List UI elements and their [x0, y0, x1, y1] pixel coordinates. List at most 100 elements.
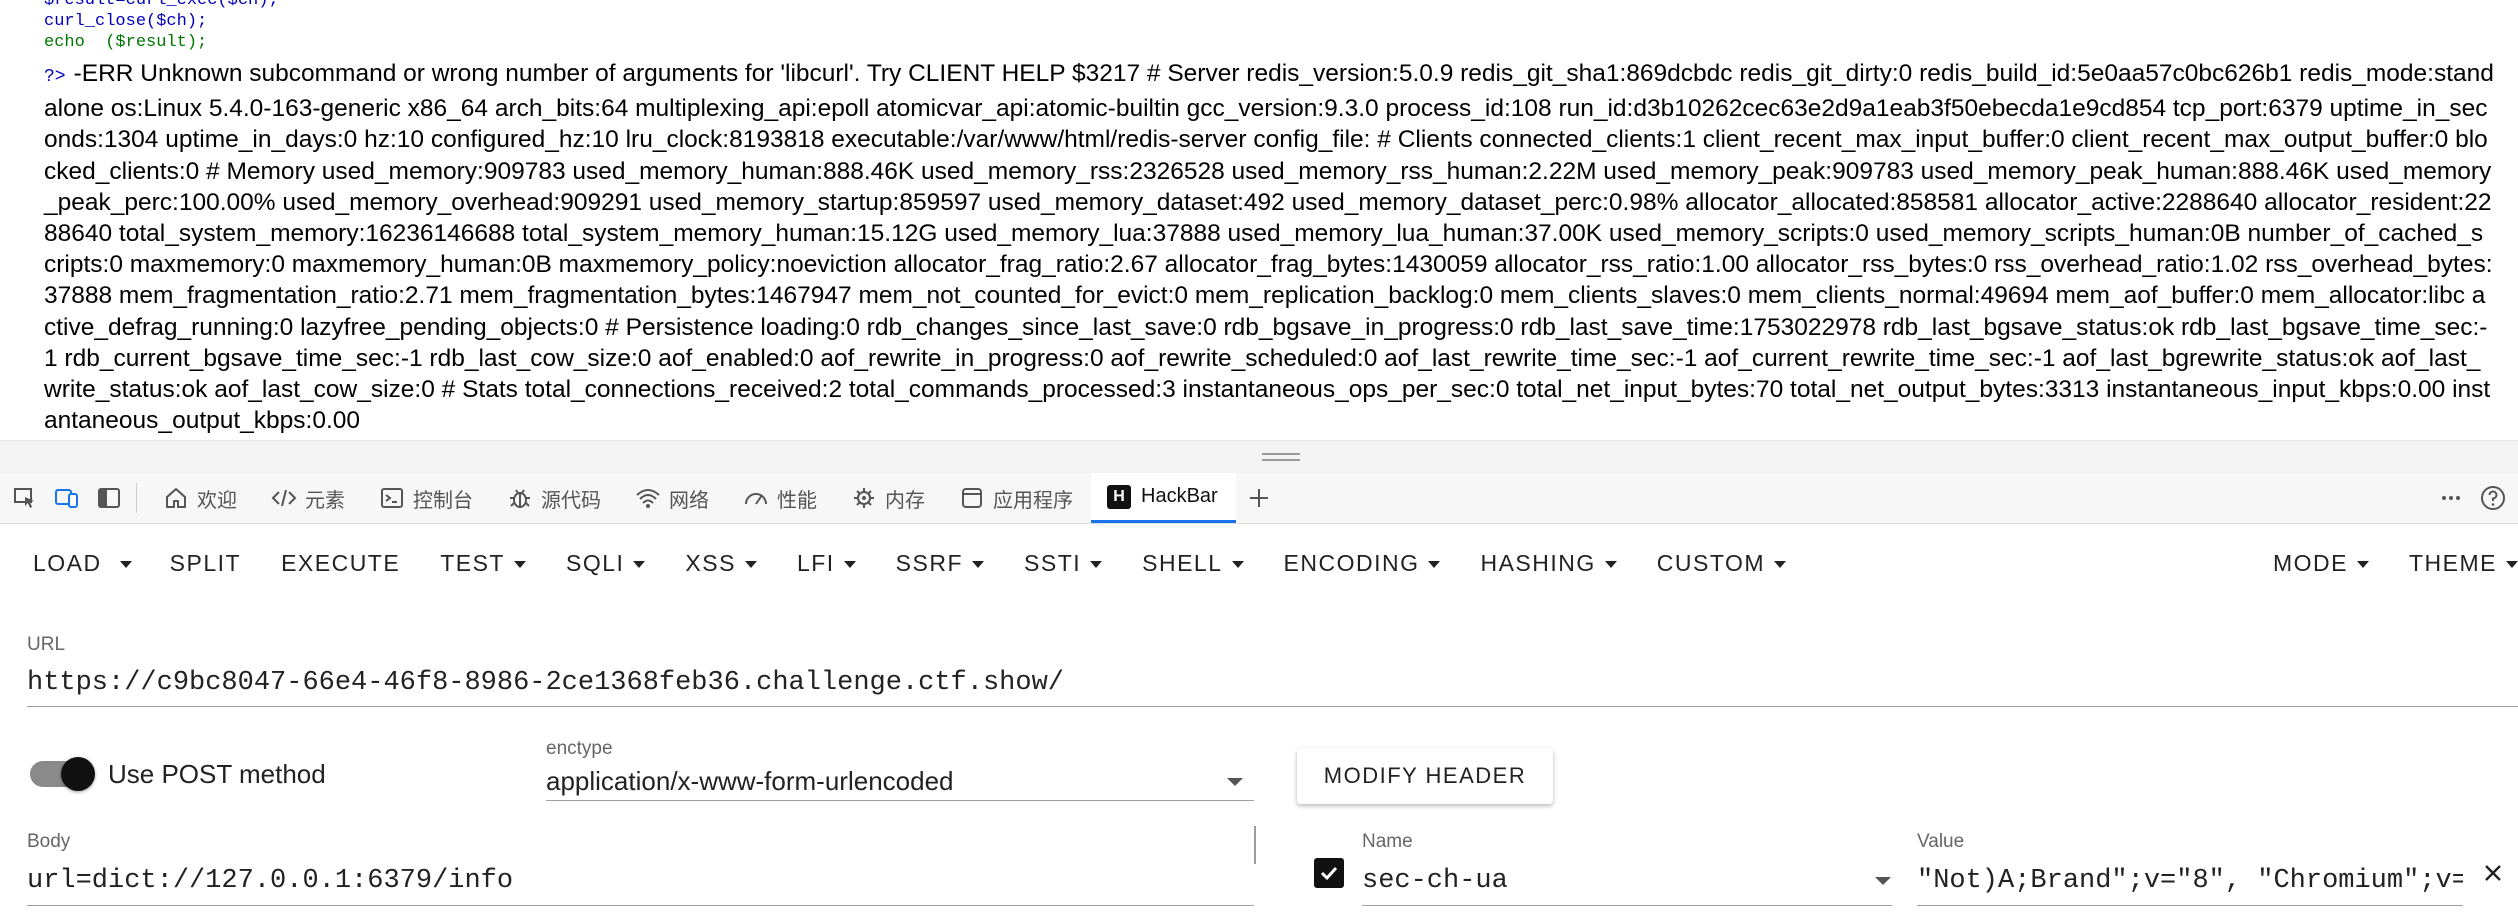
encoding-menu[interactable]: ENCODING: [1264, 524, 1461, 602]
lfi-menu[interactable]: LFI: [777, 524, 876, 602]
app-icon: [959, 485, 985, 511]
more-options-icon[interactable]: [2434, 481, 2468, 515]
code-icon: [271, 485, 297, 511]
wifi-icon: [635, 485, 661, 511]
header-name-select[interactable]: sec-ch-ua: [1362, 866, 1508, 896]
header-enabled-checkbox[interactable]: [1314, 858, 1344, 888]
hashing-menu[interactable]: HASHING: [1460, 524, 1636, 602]
tab-label: 控制台: [413, 489, 473, 512]
body-input[interactable]: url=dict://127.0.0.1:6379/info: [27, 866, 513, 896]
chevron-down-icon: [1774, 560, 1787, 568]
menu-label: LOAD: [33, 549, 102, 576]
ssti-menu[interactable]: SSTI: [1004, 524, 1122, 602]
modify-header-button[interactable]: MODIFY HEADER: [1297, 748, 1553, 804]
tab-label: 应用程序: [993, 489, 1073, 512]
gauge-icon: [743, 485, 769, 511]
ssrf-menu[interactable]: SSRF: [876, 524, 1004, 602]
home-icon: [163, 485, 189, 511]
load-button[interactable]: LOAD: [0, 524, 116, 602]
devtools-right-controls: [2426, 473, 2518, 523]
page-output: $result=curl_exec($ch); curl_close($ch);…: [0, 0, 2518, 440]
dock-side-icon[interactable]: [92, 481, 126, 515]
enctype-underline: [546, 800, 1254, 801]
enctype-select[interactable]: application/x-www-form-urlencoded: [546, 766, 954, 797]
menu-label: SQLI: [565, 549, 625, 576]
tab-elements[interactable]: 元素: [255, 473, 363, 523]
menu-label: THEME: [2409, 549, 2497, 576]
device-emulation-icon[interactable]: [50, 481, 84, 515]
menu-label: LFI: [796, 549, 835, 576]
tabbar-separator: [136, 483, 137, 513]
result-text: -ERR Unknown subcommand or wrong number …: [44, 60, 2494, 435]
help-icon[interactable]: [2476, 481, 2510, 515]
tab-hackbar[interactable]: H HackBar: [1091, 473, 1236, 523]
chevron-down-icon: [2357, 560, 2369, 568]
code-line: echo ($result);: [44, 33, 207, 53]
header-value-label: Value: [1917, 831, 1965, 852]
post-method-toggle[interactable]: [30, 757, 95, 791]
tab-sources[interactable]: 源代码: [491, 473, 619, 523]
chevron-down-icon: [633, 560, 646, 568]
tab-label: HackBar: [1141, 485, 1218, 507]
url-underline: [27, 706, 2518, 707]
split-button[interactable]: SPLIT: [150, 524, 261, 602]
sqli-menu[interactable]: SQLI: [546, 524, 665, 602]
menu-label: ENCODING: [1283, 549, 1420, 576]
bug-icon: [507, 485, 533, 511]
menu-label: XSS: [685, 549, 736, 576]
tab-application[interactable]: 应用程序: [943, 473, 1091, 523]
code-line-text: $result=curl_exec($ch);: [44, 0, 279, 10]
body-resize-divider[interactable]: [1254, 826, 1256, 864]
menu-label: EXECUTE: [281, 549, 401, 576]
test-menu[interactable]: TEST: [420, 524, 546, 602]
menu-label: HASHING: [1480, 549, 1596, 576]
tab-network[interactable]: 网络: [619, 473, 727, 523]
chevron-down-icon[interactable]: [1227, 778, 1243, 786]
theme-menu[interactable]: THEME: [2389, 524, 2518, 602]
tab-label: 欢迎: [197, 489, 237, 512]
load-options-dropdown[interactable]: [116, 524, 150, 602]
url-input[interactable]: https://c9bc8047-66e4-46f8-8986-2ce1368f…: [27, 668, 1064, 698]
chevron-down-icon: [1231, 560, 1244, 568]
menu-label: CUSTOM: [1656, 549, 1766, 576]
menu-label: SPLIT: [169, 549, 242, 576]
hackbar-toolbar: LOAD SPLIT EXECUTE TEST SQLI XSS LFI SSR…: [0, 524, 2518, 602]
menu-label: TEST: [440, 549, 505, 576]
chevron-down-icon: [1428, 560, 1441, 568]
chevron-down-icon: [513, 560, 526, 568]
devtools-tabbar: 欢迎 元素 控制台 源代码 网络 性能 内存 应用程序 H HackBar: [0, 473, 2518, 524]
mode-menu[interactable]: MODE: [2253, 524, 2389, 602]
tab-welcome[interactable]: 欢迎: [147, 473, 255, 523]
execute-button[interactable]: EXECUTE: [261, 524, 420, 602]
chevron-down-icon: [2506, 560, 2518, 568]
url-label: URL: [27, 634, 66, 655]
tab-console[interactable]: 控制台: [363, 473, 491, 523]
post-method-label: Use POST method: [108, 759, 326, 789]
tab-memory[interactable]: 内存: [835, 473, 943, 523]
enctype-label: enctype: [546, 738, 613, 759]
header-value-input[interactable]: "Not)A;Brand";v="8", "Chromium";v="138": [1917, 866, 2463, 896]
console-icon: [379, 485, 405, 511]
devtools-resize-bar[interactable]: [0, 440, 2518, 474]
xss-menu[interactable]: XSS: [665, 524, 777, 602]
chevron-down-icon[interactable]: [1875, 877, 1891, 885]
menu-label: SSRF: [895, 549, 964, 576]
tab-label: 内存: [885, 489, 925, 512]
menu-label: SHELL: [1142, 549, 1223, 576]
inspect-element-icon[interactable]: [8, 481, 42, 515]
close-icon[interactable]: [2480, 860, 2506, 886]
resize-grip-icon[interactable]: [1262, 453, 1300, 461]
shell-menu[interactable]: SHELL: [1122, 524, 1263, 602]
tab-label: 元素: [305, 489, 345, 512]
toggle-knob: [61, 757, 95, 791]
add-tab-icon[interactable]: [1242, 481, 1276, 515]
menu-label: SSTI: [1024, 549, 1082, 576]
php-close-tag: ?>: [44, 67, 66, 87]
tab-label: 源代码: [541, 489, 601, 512]
chevron-down-icon: [744, 560, 757, 568]
menu-label: MODE: [2273, 549, 2348, 576]
tab-performance[interactable]: 性能: [727, 473, 835, 523]
custom-menu[interactable]: CUSTOM: [1637, 524, 1806, 602]
chevron-down-icon: [1604, 560, 1617, 568]
hackbar-logo-icon: H: [1107, 484, 1131, 509]
